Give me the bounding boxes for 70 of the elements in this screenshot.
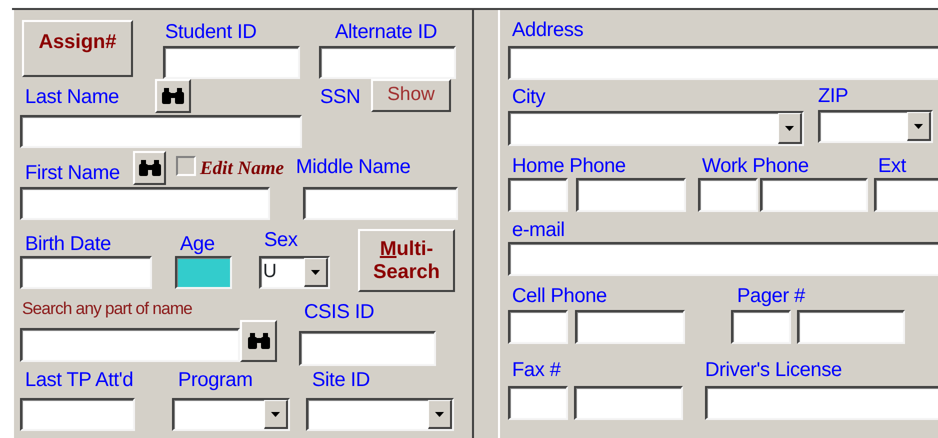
- field-label: Alternate ID: [334, 20, 438, 44]
- field-label: Program: [177, 368, 254, 392]
- last-name-field[interactable]: [20, 115, 302, 148]
- field-label: Birth Date: [24, 232, 112, 256]
- area-code-field[interactable]: [508, 178, 568, 212]
- field-label: First Name: [24, 161, 121, 185]
- search-button[interactable]: [240, 320, 277, 362]
- city-dropdown[interactable]: [508, 111, 804, 146]
- sex-dropdown[interactable]: U: [259, 256, 330, 289]
- search-button[interactable]: [133, 151, 166, 185]
- address-field[interactable]: [508, 46, 938, 80]
- field-label: Driver's License: [705, 358, 843, 382]
- field-label: Pager #: [736, 284, 806, 308]
- search-button[interactable]: [155, 79, 191, 113]
- program-dropdown[interactable]: [172, 398, 290, 431]
- drivers-license-field[interactable]: [705, 386, 938, 420]
- home-phone-field[interactable]: [576, 178, 686, 212]
- search-label: Search any part of name: [21, 298, 194, 320]
- field-label: Site ID: [311, 368, 371, 392]
- binoculars-icon: [246, 332, 270, 350]
- middle-name-field[interactable]: [303, 187, 458, 220]
- field-label: SSN: [320, 85, 362, 109]
- student-id-field[interactable]: [163, 46, 300, 79]
- field-label: e-mail: [511, 218, 566, 242]
- field-label: Sex: [263, 228, 299, 252]
- dropdown-arrow-icon: [435, 412, 444, 416]
- field-label: Fax #: [511, 358, 562, 382]
- field-label: CSIS ID: [303, 300, 376, 324]
- fax-field[interactable]: [574, 386, 683, 420]
- name-search-field[interactable]: [20, 328, 240, 362]
- binoculars-icon: [138, 159, 162, 177]
- edit-name-checkbox[interactable]: [176, 156, 196, 176]
- field-label: Work Phone: [701, 154, 810, 178]
- field-label: Ext: [877, 154, 908, 178]
- cell-phone-field[interactable]: [575, 310, 685, 344]
- binoculars-icon: [161, 87, 185, 105]
- area-code-field[interactable]: [508, 386, 568, 420]
- birth-date-field[interactable]: [20, 256, 152, 289]
- first-name-field[interactable]: [20, 187, 270, 220]
- field-label: Student ID: [164, 20, 258, 44]
- alternate-id-field[interactable]: [319, 46, 456, 79]
- dropdown-arrow-icon: [785, 126, 794, 130]
- pager-field[interactable]: [797, 310, 905, 344]
- assign-button[interactable]: Assign#: [22, 20, 133, 77]
- field-label: Age: [179, 232, 216, 256]
- area-code-field[interactable]: [508, 310, 568, 344]
- field-label: Cell Phone: [511, 284, 608, 308]
- field-label: Address: [511, 18, 584, 42]
- show-button[interactable]: Show: [371, 79, 451, 112]
- age-field[interactable]: [175, 256, 232, 289]
- zip-dropdown[interactable]: [818, 110, 933, 143]
- dropdown-arrow-icon: [311, 270, 320, 274]
- field-label: Home Phone: [511, 154, 627, 178]
- dropdown-arrow-icon: [914, 124, 923, 128]
- dropdown-arrow-icon: [271, 412, 280, 416]
- area-code-field[interactable]: [698, 178, 758, 212]
- area-code-field[interactable]: [731, 310, 791, 344]
- field-label: ZIP: [818, 84, 850, 108]
- field-label: City: [511, 85, 546, 109]
- email-field[interactable]: [508, 242, 938, 276]
- csis-id-field[interactable]: [299, 331, 436, 366]
- field-label: Last TP Att'd: [24, 368, 134, 392]
- checkbox-label: Edit Name: [200, 156, 284, 180]
- site-id-dropdown[interactable]: [306, 398, 454, 431]
- multi-search-button[interactable]: Multi- Search: [358, 229, 455, 292]
- field-label: Last Name: [24, 85, 120, 109]
- ext-field[interactable]: [874, 178, 938, 212]
- last-tp-field[interactable]: [20, 398, 135, 431]
- field-label: Middle Name: [296, 155, 410, 179]
- work-phone-field[interactable]: [760, 178, 868, 212]
